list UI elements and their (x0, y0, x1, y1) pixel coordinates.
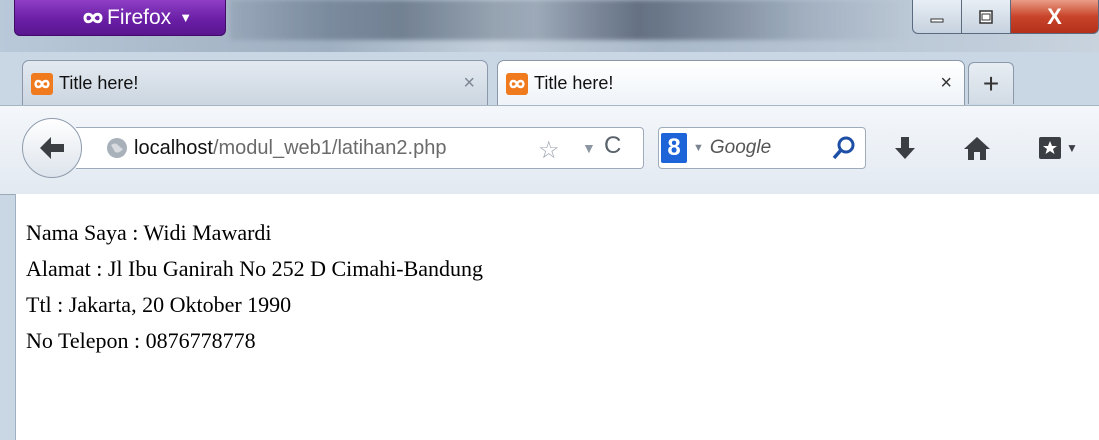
url-host: localhost (134, 136, 213, 159)
search-box[interactable]: 8 ▼ Google (658, 127, 866, 169)
plus-icon: + (982, 67, 1000, 99)
dropdown-arrow-icon: ▼ (1066, 141, 1078, 155)
background-blur (230, 0, 910, 40)
history-dropdown-icon[interactable]: ▼ (582, 140, 596, 156)
download-arrow-icon (895, 137, 915, 159)
close-window-button[interactable]: X (1010, 0, 1099, 34)
home-icon (964, 137, 990, 160)
minimize-button[interactable] (912, 0, 962, 34)
xampp-logo-icon (83, 12, 103, 23)
url-path: /modul_web1/latihan2.php (212, 136, 447, 159)
bookmark-star-icon[interactable]: ☆ (538, 136, 560, 165)
tab-2-active[interactable]: Title here! × (497, 60, 965, 106)
xampp-favicon-icon (506, 72, 528, 95)
tab-1[interactable]: Title here! × (22, 60, 488, 106)
dropdown-arrow-icon: ▼ (179, 10, 193, 25)
close-icon: X (1047, 3, 1062, 29)
search-placeholder: Google (709, 137, 772, 158)
maximize-icon (979, 9, 993, 24)
firefox-menu-label: Firefox (107, 5, 172, 29)
engine-dropdown-icon[interactable]: ▼ (693, 142, 704, 154)
tab-title: Title here! (534, 73, 614, 93)
tab-title: Title here! (59, 73, 139, 93)
bookmarks-icon (1039, 137, 1062, 159)
page-content: Nama Saya : Widi Mawardi Alamat : Jl Ibu… (15, 194, 1099, 440)
globe-icon (107, 138, 127, 158)
bookmarks-menu-button[interactable]: ▼ (1030, 130, 1086, 166)
tab-close-icon[interactable]: × (463, 72, 475, 95)
new-tab-button[interactable]: + (968, 62, 1014, 104)
text-line-alamat: Alamat : Jl Ibu Ganirah No 252 D Cimahi-… (26, 256, 484, 281)
maximize-button[interactable] (961, 0, 1011, 34)
search-icon[interactable] (831, 135, 857, 161)
back-button[interactable] (22, 118, 82, 178)
minimize-icon (930, 18, 944, 22)
tab-close-icon[interactable]: × (940, 72, 952, 95)
reload-icon[interactable]: C (604, 132, 621, 160)
home-button[interactable] (960, 130, 994, 166)
text-line-telepon: No Telepon : 0876778778 (26, 328, 256, 353)
xampp-favicon-icon (31, 72, 53, 95)
text-line-nama: Nama Saya : Widi Mawardi (26, 220, 272, 245)
downloads-button[interactable] (890, 130, 920, 166)
firefox-menu-button[interactable]: Firefox ▼ (14, 0, 226, 36)
google-engine-icon[interactable]: 8 (661, 133, 687, 163)
text-line-ttl: Ttl : Jakarta, 20 Oktober 1990 (26, 292, 292, 317)
back-arrow-icon (40, 137, 64, 159)
